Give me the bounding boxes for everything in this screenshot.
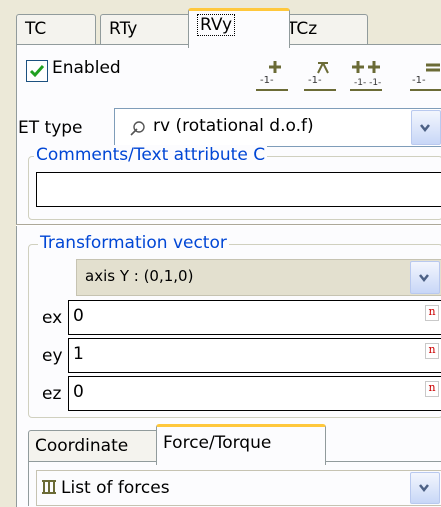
separator <box>16 224 441 226</box>
svg-text:-1-: -1- <box>260 75 274 86</box>
tab-tc-label: TC <box>25 19 47 39</box>
ey-input[interactable]: 1 n <box>68 338 441 373</box>
svg-text:-1-: -1- <box>308 75 322 86</box>
enabled-label: Enabled <box>52 58 121 78</box>
tab-tc[interactable]: TC <box>16 14 96 45</box>
comments-title: Comments/Text attribute C <box>34 145 268 165</box>
et-type-dropdown[interactable]: rv (rotational d.o.f) <box>114 108 441 147</box>
check-icon <box>29 65 45 78</box>
axis-value: axis Y : (0,1,0) <box>85 267 194 285</box>
forces-dropdown[interactable]: List of forces <box>36 470 441 506</box>
ez-value: 0 <box>73 382 84 402</box>
rotation-icon <box>130 121 145 136</box>
tab-force-torque[interactable]: Force/Torque <box>156 424 326 465</box>
et-type-label: ET type <box>18 118 83 138</box>
ey-value: 1 <box>73 344 84 364</box>
forces-dropdown-button[interactable] <box>410 472 440 504</box>
forces-list-icon <box>42 480 56 494</box>
et-type-dropdown-button[interactable] <box>411 110 441 145</box>
axis-dropdown-button[interactable] <box>410 261 440 294</box>
chevron-down-icon <box>420 123 430 132</box>
chevron-down-icon <box>419 273 429 282</box>
add-pair-icon[interactable]: -1- -1- <box>350 57 382 93</box>
add-point-icon[interactable]: -1- <box>256 57 288 93</box>
tab-rty-label: RTy <box>109 19 138 39</box>
tab-coordinate-label: Coordinate <box>35 436 129 456</box>
ex-label: ex <box>42 308 63 328</box>
tab-rvy-label: RVy <box>197 14 236 36</box>
add-outline-icon[interactable]: -1- <box>304 57 336 93</box>
axis-dropdown[interactable]: axis Y : (0,1,0) <box>76 259 441 296</box>
transformation-title: Transformation vector <box>38 233 229 253</box>
ez-label: ez <box>42 384 62 404</box>
tab-force-torque-label: Force/Torque <box>163 433 272 453</box>
svg-text:-1-: -1- <box>412 75 426 86</box>
ex-value: 0 <box>73 306 84 326</box>
ez-input[interactable]: 0 n <box>68 376 441 411</box>
tab-rty[interactable]: RTy <box>100 14 196 45</box>
tab-tcz-label: TCz <box>287 19 318 39</box>
comments-input[interactable] <box>36 172 441 207</box>
ex-input[interactable]: 0 n <box>68 300 441 335</box>
tab-tcz[interactable]: TCz <box>278 14 368 45</box>
ez-unit-badge[interactable]: n <box>425 381 439 397</box>
svg-text:-1- -1-: -1- -1- <box>354 78 381 88</box>
et-type-value: rv (rotational d.o.f) <box>153 116 314 136</box>
tab-coordinate[interactable]: Coordinate <box>28 430 166 463</box>
remove-icon[interactable]: -1- <box>410 57 441 93</box>
ey-unit-badge[interactable]: n <box>425 343 439 359</box>
forces-value: List of forces <box>61 478 170 498</box>
ex-unit-badge[interactable]: n <box>425 305 439 321</box>
enabled-checkbox[interactable] <box>26 60 48 82</box>
chevron-down-icon <box>419 484 429 493</box>
tab-rvy[interactable]: RVy <box>188 8 290 48</box>
ey-label: ey <box>42 346 63 366</box>
